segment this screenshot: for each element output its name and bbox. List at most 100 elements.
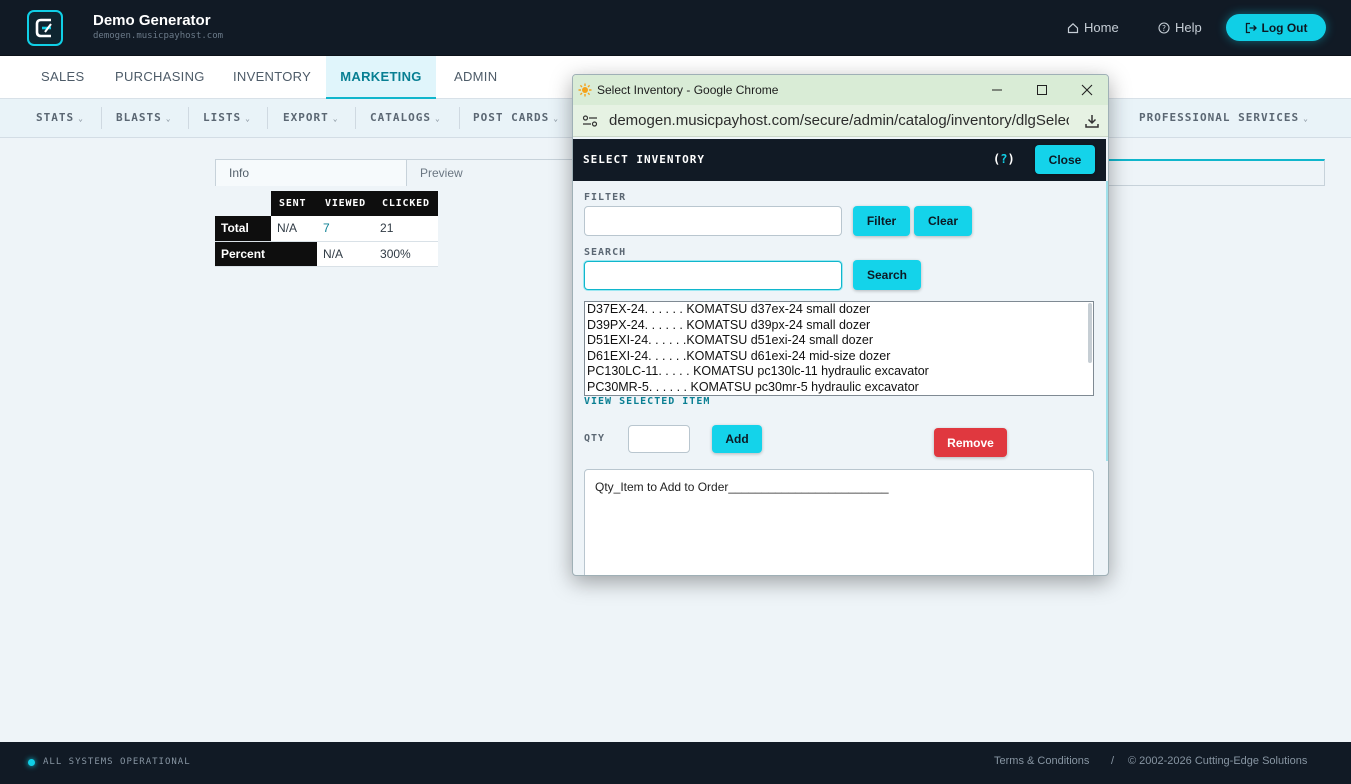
- subnav-stats[interactable]: STATS ⌄: [36, 111, 84, 124]
- subnav-catalogs[interactable]: CATALOGS ⌄: [370, 111, 441, 124]
- help-paren-close: ): [1007, 152, 1015, 166]
- list-item[interactable]: D61EXI-24. . . . . .KOMATSU d61exi-24 mi…: [585, 349, 1093, 365]
- dialog-help-button[interactable]: (?): [993, 152, 1015, 166]
- window-titlebar[interactable]: Select Inventory - Google Chrome: [573, 75, 1108, 105]
- tab-info[interactable]: Info: [215, 159, 407, 186]
- status-indicator-icon: [28, 759, 35, 766]
- subnav-blasts-label: BLASTS: [116, 111, 162, 124]
- list-item[interactable]: D51EXI-24. . . . . .KOMATSU d51exi-24 sm…: [585, 333, 1093, 349]
- subnav-blasts[interactable]: BLASTS ⌄: [116, 111, 172, 124]
- search-input[interactable]: [584, 261, 842, 290]
- subnav-export-label: EXPORT: [283, 111, 329, 124]
- cell-sent-empty: [271, 241, 318, 267]
- tab-inventory[interactable]: INVENTORY: [219, 56, 325, 99]
- row-label: Total: [215, 216, 272, 242]
- select-inventory-window: Select Inventory - Google Chrome demogen…: [572, 74, 1109, 576]
- listbox-scrollbar[interactable]: [1088, 303, 1092, 363]
- cell-clicked: 21: [374, 216, 438, 242]
- order-textarea[interactable]: Qty_Item to Add to Order________________…: [584, 469, 1094, 575]
- search-button[interactable]: Search: [853, 260, 921, 290]
- app-logo[interactable]: [27, 10, 63, 46]
- list-item[interactable]: D39PX-24. . . . . . KOMATSU d39px-24 sma…: [585, 318, 1093, 334]
- remove-button[interactable]: Remove: [934, 428, 1007, 457]
- dialog-scroll-edge: [1106, 181, 1108, 461]
- tab-purchasing[interactable]: PURCHASING: [101, 56, 219, 99]
- list-item[interactable]: PC30MR-5. . . . . . KOMATSU pc30mr-5 hyd…: [585, 380, 1093, 396]
- home-icon: [1067, 22, 1079, 33]
- subnav-professional-services-label: PROFESSIONAL SERVICES: [1139, 111, 1300, 124]
- chevron-down-icon: ⌄: [78, 114, 84, 123]
- cell-viewed: N/A: [317, 241, 375, 267]
- subnav-post-cards-label: POST CARDS: [473, 111, 550, 124]
- table-row: Total N/A 7 21: [215, 216, 438, 242]
- qty-input[interactable]: [628, 425, 690, 453]
- chevron-down-icon: ⌄: [1303, 114, 1309, 123]
- logo-icon: [35, 18, 52, 38]
- list-item[interactable]: PC130LC-11. . . . . KOMATSU pc130lc-11 h…: [585, 364, 1093, 380]
- tab-preview[interactable]: Preview: [406, 159, 576, 186]
- copyright: © 2002-2026 Cutting-Edge Solutions: [1128, 755, 1308, 767]
- qty-label: QTY: [584, 433, 606, 444]
- tab-extra: [1108, 159, 1325, 186]
- subnav-professional-services[interactable]: PROFESSIONAL SERVICES ⌄: [1139, 111, 1309, 124]
- window-close-button[interactable]: [1077, 80, 1097, 100]
- filter-input[interactable]: [584, 206, 842, 236]
- subnav-stats-label: STATS: [36, 111, 75, 124]
- svg-text:?: ?: [1162, 23, 1166, 32]
- site-favicon-icon: [578, 83, 592, 97]
- download-icon[interactable]: [1084, 113, 1100, 129]
- close-dialog-button[interactable]: Close: [1035, 145, 1095, 174]
- brand-title: Demo Generator: [93, 12, 211, 29]
- subnav-lists[interactable]: LISTS ⌄: [203, 111, 251, 124]
- cell-sent: N/A: [271, 216, 318, 242]
- filter-button[interactable]: Filter: [853, 206, 910, 236]
- order-text: Qty_Item to Add to Order________________…: [595, 480, 889, 494]
- chevron-down-icon: ⌄: [165, 114, 172, 123]
- site-settings-icon[interactable]: [582, 114, 598, 128]
- minimize-icon: [992, 89, 1002, 91]
- subnav-export[interactable]: EXPORT ⌄: [283, 111, 339, 124]
- inventory-listbox[interactable]: D37EX-24. . . . . . KOMATSU d37ex-24 sma…: [584, 301, 1094, 396]
- dialog-header: SELECT INVENTORY (?) Close: [573, 139, 1106, 181]
- header-blank: [215, 191, 272, 216]
- maximize-button[interactable]: [1032, 80, 1052, 100]
- subnav-catalogs-label: CATALOGS: [370, 111, 431, 124]
- subnav-divider: [188, 107, 189, 129]
- home-link[interactable]: Home: [1067, 20, 1119, 35]
- clear-button[interactable]: Clear: [914, 206, 972, 236]
- tab-admin[interactable]: ADMIN: [440, 56, 511, 99]
- maximize-icon: [1037, 85, 1047, 95]
- terms-link[interactable]: Terms & Conditions: [994, 755, 1089, 767]
- logout-icon: [1245, 22, 1257, 33]
- filter-label: FILTER: [584, 192, 627, 203]
- stats-table: SENT VIEWED CLICKED Total N/A 7 21 Perce…: [215, 191, 438, 267]
- table-row: Percent N/A 300%: [215, 241, 438, 267]
- header-clicked: CLICKED: [374, 191, 438, 216]
- view-selected-item-link[interactable]: VIEW SELECTED ITEM: [584, 396, 710, 407]
- window-title: Select Inventory - Google Chrome: [597, 83, 779, 97]
- tab-marketing[interactable]: MARKETING: [326, 56, 436, 99]
- url-text: demogen.musicpayhost.com/secure/admin/ca…: [609, 112, 1069, 129]
- help-label: Help: [1175, 20, 1202, 35]
- subnav-post-cards[interactable]: POST CARDS ⌄: [473, 111, 559, 124]
- cell-viewed-link[interactable]: 7: [317, 216, 375, 242]
- help-icon: ?: [1158, 21, 1170, 34]
- list-item[interactable]: D37EX-24. . . . . . KOMATSU d37ex-24 sma…: [585, 302, 1093, 318]
- row-label: Percent: [215, 241, 272, 267]
- subnav-divider: [101, 107, 102, 129]
- top-bar: Demo Generator demogen.musicpayhost.com …: [0, 0, 1351, 56]
- footer-separator: /: [1111, 755, 1115, 767]
- chevron-down-icon: ⌄: [553, 114, 560, 123]
- help-link[interactable]: ? Help: [1158, 20, 1202, 35]
- minimize-button[interactable]: [987, 80, 1007, 100]
- system-status: ALL SYSTEMS OPERATIONAL: [43, 757, 191, 767]
- subnav-divider: [355, 107, 356, 129]
- address-bar[interactable]: demogen.musicpayhost.com/secure/admin/ca…: [573, 105, 1108, 137]
- tab-sales[interactable]: SALES: [27, 56, 98, 99]
- add-button[interactable]: Add: [712, 425, 762, 453]
- chevron-down-icon: ⌄: [332, 114, 339, 123]
- home-label: Home: [1084, 20, 1119, 35]
- logout-button[interactable]: Log Out: [1226, 14, 1326, 41]
- subnav-divider: [459, 107, 460, 129]
- subnav-divider: [267, 107, 268, 129]
